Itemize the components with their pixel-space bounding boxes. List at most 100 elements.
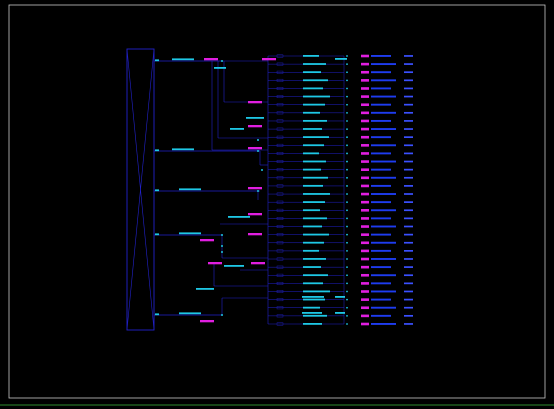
feeder-terminal-tag: [155, 189, 159, 192]
row-node: [346, 185, 348, 187]
row-cable-label: [303, 176, 328, 179]
row-device-tag: [361, 54, 369, 58]
row-right-code: [404, 176, 413, 179]
row-node: [346, 290, 348, 293]
branch-device-tag: [248, 147, 262, 150]
row-cable-label: [303, 184, 323, 187]
feeder-cable-label: [172, 58, 194, 61]
row-cable-label: [303, 79, 328, 82]
branch-node: [261, 169, 263, 171]
feeder-terminal-tag: [155, 59, 159, 62]
branch-device-tag: [251, 262, 265, 265]
branch-node: [221, 314, 223, 316]
row-right-code: [404, 87, 413, 90]
row-device-tag: [361, 200, 369, 204]
row-node: [346, 274, 348, 277]
row-right-code: [404, 225, 413, 228]
row-right-code: [404, 185, 413, 187]
row-device-tag: [361, 249, 369, 253]
feeder-cable-label: [179, 188, 201, 191]
row-device-tag: [361, 160, 369, 163]
row-node: [346, 136, 348, 139]
row-right-code: [404, 250, 413, 252]
row-cable-label: [303, 193, 330, 195]
row-device-name: [371, 282, 391, 285]
row-device-tag: [361, 79, 369, 82]
row-device-tag: [361, 265, 369, 269]
branch-node: [257, 139, 259, 141]
branch-cable-label: [214, 67, 226, 69]
row-device-tag: [361, 62, 369, 66]
row-device-tag: [361, 209, 369, 212]
row-cable-label: [303, 201, 325, 203]
row-cable-label: [303, 136, 329, 139]
branch-cable-label: [246, 117, 264, 119]
row-right-code: [404, 168, 413, 171]
row-node: [346, 209, 348, 212]
row-node: [346, 266, 348, 269]
row-cable-label: [303, 233, 329, 236]
row-right-code: [404, 282, 413, 285]
row-device-name: [371, 152, 391, 155]
row-device-name: [371, 87, 391, 90]
row-cable-label: [303, 63, 326, 65]
row-device-name: [371, 217, 391, 220]
branch-node: [221, 234, 223, 236]
row-device-name: [371, 184, 391, 187]
row-device-name: [371, 79, 396, 82]
row-right-code: [404, 111, 413, 114]
row-right-code: [404, 120, 413, 122]
row-device-name: [371, 209, 396, 212]
row-node: [346, 298, 348, 301]
row-device-name: [371, 71, 391, 74]
row-device-tag: [361, 70, 369, 74]
row-node: [346, 225, 348, 228]
row-device-name: [371, 233, 391, 236]
drawing-background: [0, 0, 554, 409]
feeder-terminal-tag: [155, 149, 159, 152]
feeder-terminal-tag: [155, 313, 159, 316]
row-node: [346, 55, 348, 57]
row-right-code: [404, 79, 413, 82]
row-device-name: [371, 298, 391, 301]
row-device-name: [371, 241, 396, 244]
row-device-tag: [361, 217, 369, 220]
row-right-code: [404, 217, 413, 220]
row-cable-label: [303, 95, 330, 98]
row-device-name: [371, 201, 391, 204]
row-device-tag: [361, 241, 369, 245]
row-device-name: [371, 306, 396, 309]
row-device-name: [371, 258, 396, 260]
row-device-tag: [361, 290, 369, 293]
row-cable-label: [303, 128, 322, 130]
row-device-name: [371, 103, 391, 106]
row-device-tag: [361, 233, 369, 236]
feeder-terminal-tag: [155, 233, 159, 236]
row-node: [346, 128, 348, 130]
branch-node: [221, 251, 223, 253]
row-node: [346, 63, 348, 66]
row-right-code: [404, 323, 413, 325]
row-device-tag: [361, 225, 369, 228]
row-cable-label: [303, 258, 326, 260]
cad-drawing-canvas[interactable]: [0, 0, 554, 409]
row-node: [346, 201, 348, 204]
row-device-name: [371, 63, 396, 66]
row-node: [346, 314, 348, 317]
row-right-code: [404, 128, 413, 130]
row-right-code: [404, 298, 413, 301]
row-device-name: [371, 136, 391, 139]
row-device-tag: [361, 282, 369, 285]
branch-device-tag: [208, 262, 222, 265]
row-node: [346, 111, 348, 114]
row-device-name: [371, 193, 396, 195]
row-device-name: [371, 160, 396, 163]
branch-device-tag: [262, 58, 276, 61]
row-right-code: [404, 209, 413, 212]
row-cable-label: [303, 298, 325, 301]
row-device-tag: [361, 135, 369, 139]
row-cable-label: [303, 314, 327, 317]
branch-cable-label: [335, 312, 345, 314]
row-cable-label: [303, 111, 320, 114]
row-node: [346, 79, 348, 82]
